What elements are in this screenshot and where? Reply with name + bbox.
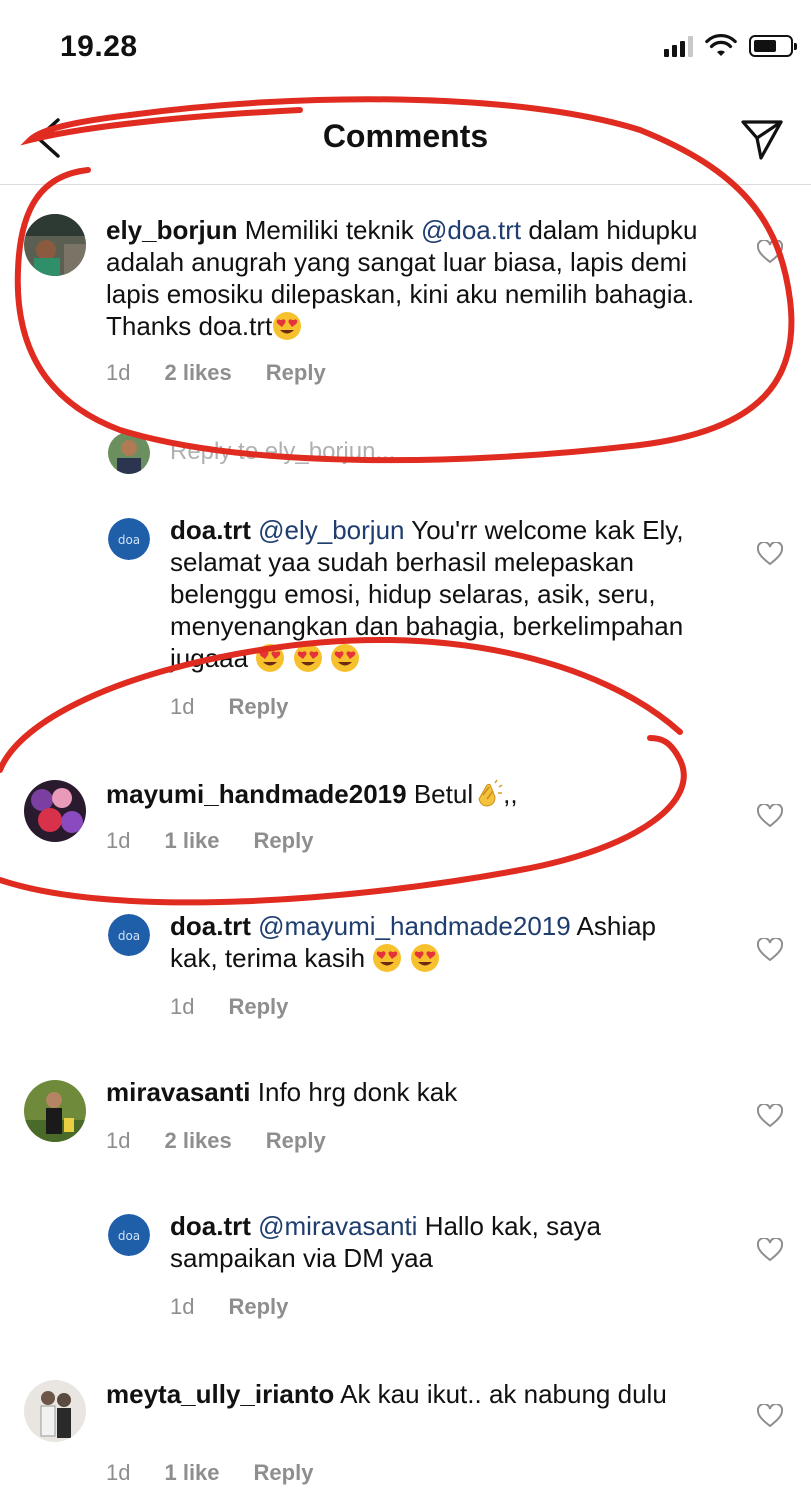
avatar[interactable]: doa: [108, 914, 150, 956]
comments-header: Comments: [0, 96, 811, 185]
comment-username[interactable]: meyta_ully_irianto: [106, 1379, 334, 1409]
comment-item: miravasanti Info hrg donk kak 1d 2 likes…: [0, 1062, 811, 1172]
reply-button[interactable]: Reply: [254, 828, 314, 854]
heart-eyes-emoji: [273, 312, 302, 340]
paper-plane-icon: [741, 120, 783, 160]
status-icons: [664, 34, 797, 58]
page-title: Comments: [322, 118, 489, 154]
like-heart-icon[interactable]: [757, 938, 783, 962]
avatar[interactable]: [24, 1080, 86, 1142]
status-bar: 19.28: [0, 0, 811, 96]
svg-text:doa: doa: [118, 1229, 140, 1243]
comment-time: 1d: [106, 360, 131, 385]
comment-text: doa.trt @ely_borjun You'rr welcome kak E…: [170, 515, 684, 673]
comment-meta: 1d 2 likes Reply: [106, 360, 360, 386]
comment-time: 1d: [106, 1460, 131, 1485]
reply-button[interactable]: Reply: [228, 994, 288, 1020]
reply-button[interactable]: Reply: [228, 694, 288, 720]
like-heart-icon[interactable]: [757, 240, 783, 264]
comment-time: 1d: [170, 694, 195, 719]
comment-username[interactable]: miravasanti: [106, 1077, 251, 1107]
comment-text: doa.trt @miravasanti Hallo kak, saya sam…: [170, 1211, 601, 1273]
likes-count[interactable]: 1 like: [164, 1460, 219, 1486]
likes-count[interactable]: 2 likes: [164, 1128, 231, 1154]
comment-item: doa doa.trt @miravasanti Hallo kak, saya…: [0, 1196, 811, 1326]
comment-meta: 1d Reply: [170, 694, 322, 720]
wifi-icon: [705, 34, 737, 56]
avatar[interactable]: doa: [108, 518, 150, 560]
comment-text: meyta_ully_irianto Ak kau ikut.. ak nabu…: [106, 1379, 667, 1409]
heart-eyes-emoji: [256, 644, 285, 672]
comment-time: 1d: [170, 1294, 195, 1319]
comment-text: doa.trt @mayumi_handmade2019 Ashiap kak,…: [170, 911, 657, 973]
svg-text:doa: doa: [118, 929, 140, 943]
comment-item: meyta_ully_irianto Ak kau ikut.. ak nabu…: [0, 1362, 811, 1497]
comment-meta: 1d Reply: [170, 994, 322, 1020]
mention-link[interactable]: @mayumi_handmade2019: [258, 911, 571, 941]
avatar[interactable]: doa: [108, 1214, 150, 1256]
like-heart-icon[interactable]: [757, 1404, 783, 1428]
mention-link[interactable]: @miravasanti: [258, 1211, 417, 1241]
status-time: 19.28: [60, 30, 138, 63]
comment-item: ely_borjun Memiliki teknik @doa.trt dala…: [0, 200, 811, 400]
clapping-hands-emoji: [478, 779, 503, 807]
like-heart-icon[interactable]: [757, 804, 783, 828]
reply-button[interactable]: Reply: [266, 1128, 326, 1154]
reply-input-placeholder[interactable]: Reply to ely_borjun...: [170, 438, 395, 466]
comment-meta: 1d 2 likes Reply: [106, 1128, 360, 1154]
reply-button[interactable]: Reply: [228, 1294, 288, 1320]
mention-link[interactable]: @ely_borjun: [258, 515, 404, 545]
avatar[interactable]: [24, 1380, 86, 1442]
comment-item: doa doa.trt @ely_borjun You'rr welcome k…: [0, 500, 811, 730]
comment-username[interactable]: doa.trt: [170, 515, 251, 545]
reply-button[interactable]: Reply: [254, 1460, 314, 1486]
comment-username[interactable]: doa.trt: [170, 911, 251, 941]
comment-time: 1d: [170, 994, 195, 1019]
mention-link[interactable]: @doa.trt: [421, 215, 521, 245]
comment-text: mayumi_handmade2019 Betul,,: [106, 779, 518, 809]
share-button[interactable]: [739, 116, 785, 162]
comment-item: doa doa.trt @mayumi_handmade2019 Ashiap …: [0, 896, 811, 1026]
battery-icon: [749, 35, 797, 57]
like-heart-icon[interactable]: [757, 1104, 783, 1128]
comment-username[interactable]: ely_borjun: [106, 215, 237, 245]
comment-username[interactable]: doa.trt: [170, 1211, 251, 1241]
comment-time: 1d: [106, 828, 131, 853]
comment-meta: 1d 1 like Reply: [106, 828, 347, 854]
comment-username[interactable]: mayumi_handmade2019: [106, 779, 407, 809]
comment-time: 1d: [106, 1128, 131, 1153]
comment-meta: 1d Reply: [170, 1294, 322, 1320]
heart-eyes-emoji: [410, 944, 439, 972]
cellular-signal-icon: [664, 35, 693, 57]
heart-eyes-emoji: [330, 644, 359, 672]
likes-count[interactable]: 2 likes: [164, 360, 231, 386]
comment-text: ely_borjun Memiliki teknik @doa.trt dala…: [106, 215, 698, 341]
heart-eyes-emoji: [293, 644, 322, 672]
avatar[interactable]: [24, 214, 86, 276]
reply-button[interactable]: Reply: [266, 360, 326, 386]
comment-text: miravasanti Info hrg donk kak: [106, 1077, 458, 1107]
avatar: [108, 432, 150, 474]
comment-item: mayumi_handmade2019 Betul,, 1d 1 like Re…: [0, 762, 811, 872]
likes-count[interactable]: 1 like: [164, 828, 219, 854]
like-heart-icon[interactable]: [757, 1238, 783, 1262]
comment-meta: 1d 1 like Reply: [106, 1460, 347, 1486]
svg-text:doa: doa: [118, 533, 140, 547]
like-heart-icon[interactable]: [757, 542, 783, 566]
avatar[interactable]: [24, 780, 86, 842]
heart-eyes-emoji: [373, 944, 402, 972]
